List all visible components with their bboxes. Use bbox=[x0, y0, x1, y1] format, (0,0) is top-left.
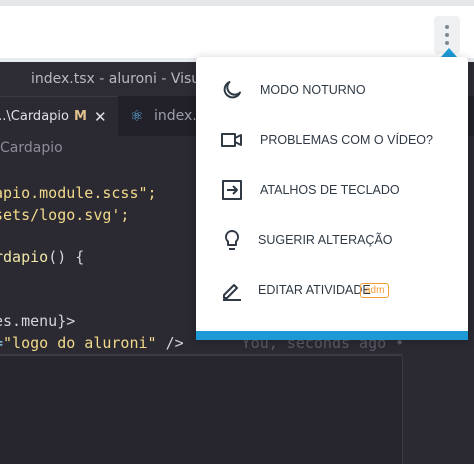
breadcrumb-item: Cardapio bbox=[0, 140, 63, 156]
menu-item-label: MODO NOTURNO bbox=[260, 83, 366, 97]
tab-label: index.t bbox=[154, 108, 203, 124]
code-string: "logo do aluroni" bbox=[3, 334, 157, 352]
react-icon: ⚛ bbox=[130, 107, 144, 125]
pencil-icon bbox=[223, 284, 241, 301]
close-icon[interactable]: ✕ bbox=[94, 97, 107, 137]
code-punctuation: /> bbox=[156, 334, 184, 352]
code-function: rdapio bbox=[0, 248, 49, 266]
top-bar bbox=[0, 0, 474, 58]
code-punctuation: () { bbox=[48, 248, 85, 266]
moon-icon bbox=[223, 81, 241, 99]
menu-item-edit-activity[interactable]: EDITAR ATIVIDADE adm bbox=[196, 265, 468, 315]
code-string: '; bbox=[111, 206, 130, 224]
menu-item-video-problems[interactable]: PROBLEMAS COM O VÍDEO? bbox=[196, 115, 468, 165]
code-line: sets/logo.svg'; bbox=[0, 206, 129, 224]
menu-accent-bar bbox=[196, 331, 468, 340]
breadcrumb: Cardapio bbox=[0, 140, 63, 160]
code-text: es.menu}> bbox=[0, 312, 76, 330]
menu-caret bbox=[441, 48, 457, 57]
tab-cardapio[interactable]: ...\Cardapio M ✕ bbox=[0, 96, 118, 137]
keyboard-shortcut-icon bbox=[222, 180, 242, 200]
code-string: apio.module.scss bbox=[0, 184, 139, 202]
menu-item-keyboard-shortcuts[interactable]: ATALHOS DE TECLADO bbox=[196, 165, 468, 215]
modified-badge: M bbox=[74, 109, 87, 124]
code-line: es.menu}> bbox=[0, 312, 75, 330]
menu-item-night-mode[interactable]: MODO NOTURNO bbox=[196, 65, 468, 115]
dot bbox=[445, 41, 449, 45]
lightbulb-icon bbox=[224, 229, 240, 250]
terminal-panel bbox=[0, 356, 402, 464]
menu-item-label: ATALHOS DE TECLADO bbox=[260, 183, 400, 197]
video-camera-icon bbox=[221, 133, 242, 147]
options-dropdown-menu: MODO NOTURNO PROBLEMAS COM O VÍDEO? ATAL… bbox=[196, 57, 468, 339]
menu-item-label: SUGERIR ALTERAÇÃO bbox=[258, 233, 393, 247]
code-string: "; bbox=[138, 184, 157, 202]
dot bbox=[445, 33, 449, 37]
side-panel bbox=[402, 356, 474, 464]
code-string: sets/logo.svg bbox=[0, 206, 112, 224]
menu-item-label: EDITAR ATIVIDADE bbox=[258, 283, 371, 297]
menu-item-label: PROBLEMAS COM O VÍDEO? bbox=[260, 133, 433, 147]
tab-label: ...\Cardapio bbox=[0, 109, 69, 124]
dot bbox=[445, 25, 449, 29]
menu-item-suggest-change[interactable]: SUGERIR ALTERAÇÃO bbox=[196, 215, 468, 265]
code-line: rdapio() { bbox=[0, 248, 84, 266]
code-line: apio.module.scss"; bbox=[0, 184, 157, 202]
admin-badge: adm bbox=[360, 282, 390, 298]
